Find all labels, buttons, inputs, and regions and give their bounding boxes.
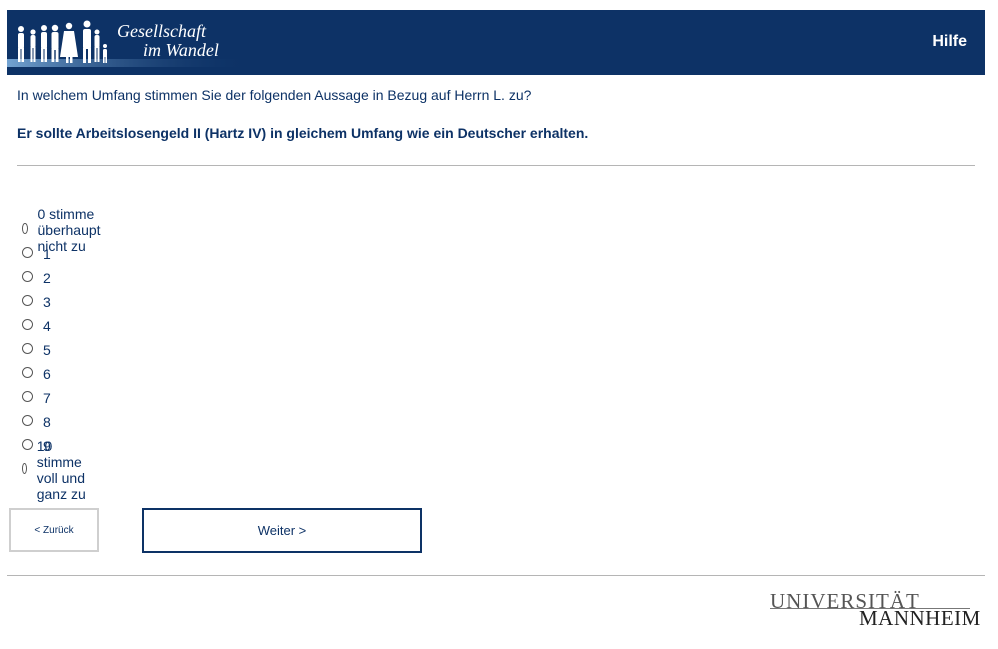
option-3[interactable]: 3 xyxy=(22,291,51,310)
logo-word-mannheim: MANNHEIM xyxy=(859,606,981,630)
divider-top xyxy=(17,165,975,166)
radio-button[interactable] xyxy=(22,270,33,282)
logo-title-line2: im Wandel xyxy=(143,40,219,60)
radio-button[interactable] xyxy=(22,222,28,234)
option-2[interactable]: 2 xyxy=(22,267,51,286)
option-label: 10 stimme voll und ganz zu xyxy=(36,438,86,502)
logo-title-line1: Gesellschaft xyxy=(117,21,206,41)
back-button[interactable]: < Zurück xyxy=(9,508,99,552)
option-label: 4 xyxy=(43,318,51,334)
option-4[interactable]: 4 xyxy=(22,315,51,334)
gesellschaft-im-wandel-logo: Gesellschaft im Wandel xyxy=(7,10,257,75)
option-6[interactable]: 6 xyxy=(22,363,51,382)
option-label: 1 xyxy=(43,246,51,262)
radio-button[interactable] xyxy=(22,414,33,426)
divider-bottom xyxy=(7,575,985,576)
radio-button[interactable] xyxy=(22,438,33,450)
radio-button[interactable] xyxy=(22,366,33,378)
option-label: 3 xyxy=(43,294,51,310)
radio-button[interactable] xyxy=(22,318,33,330)
option-label: 8 xyxy=(43,414,51,430)
radio-button[interactable] xyxy=(22,462,27,474)
option-5[interactable]: 5 xyxy=(22,339,51,358)
next-button[interactable]: Weiter > xyxy=(142,508,422,553)
option-7[interactable]: 7 xyxy=(22,387,51,406)
people-silhouette-icon xyxy=(7,20,252,67)
statement-text: Er sollte Arbeitslosengeld II (Hartz IV)… xyxy=(17,125,589,141)
option-8[interactable]: 8 xyxy=(22,411,51,430)
option-label: 7 xyxy=(43,390,51,406)
question-text: In welchem Umfang stimmen Sie der folgen… xyxy=(17,87,532,103)
option-1[interactable]: 1 xyxy=(22,243,51,262)
option-10[interactable]: 10 stimme voll und ganz zu xyxy=(22,438,88,502)
radio-button[interactable] xyxy=(22,246,33,258)
help-link[interactable]: Hilfe xyxy=(932,33,967,51)
radio-button[interactable] xyxy=(22,342,33,354)
radio-button[interactable] xyxy=(22,294,33,306)
radio-button[interactable] xyxy=(22,390,33,402)
option-label: 2 xyxy=(43,270,51,286)
header-bar: Gesellschaft im Wandel Hilfe xyxy=(7,10,985,75)
university-mannheim-logo: UNIVERSITÄT MANNHEIM xyxy=(770,589,980,630)
option-0[interactable]: 0 stimme überhaupt nicht zu xyxy=(22,206,106,254)
option-label: 6 xyxy=(43,366,51,382)
option-label: 5 xyxy=(43,342,51,358)
